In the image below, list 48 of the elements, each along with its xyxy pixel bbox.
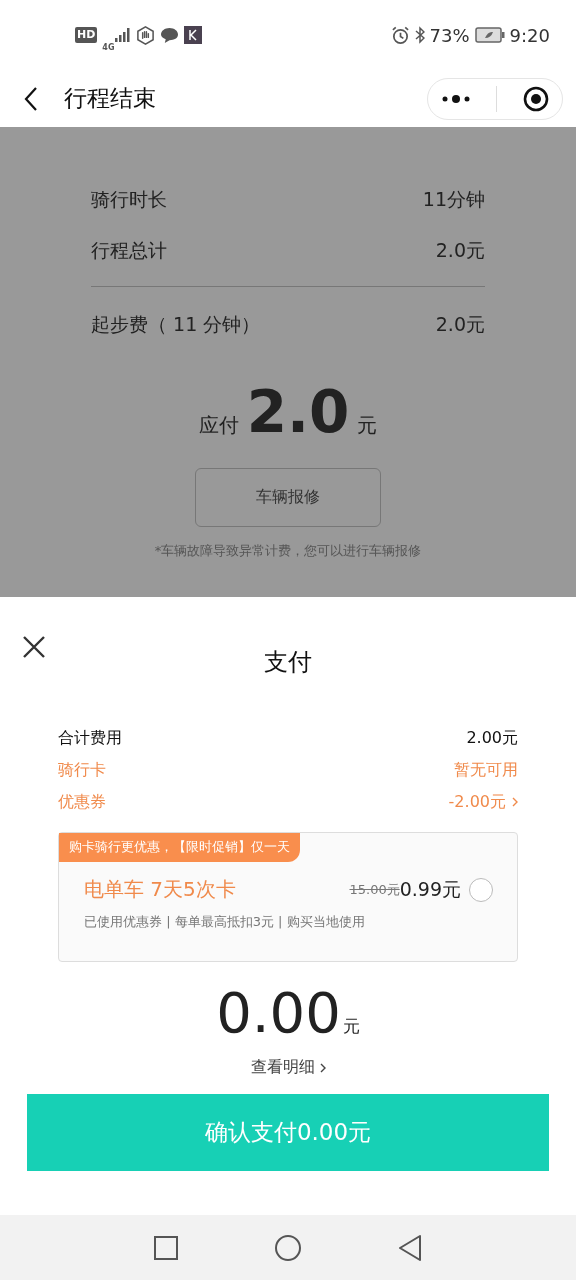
card-details: 已使用优惠券 | 每单最高抵扣3元 | 购买当地使用 (84, 913, 365, 931)
radio-button[interactable] (469, 877, 493, 902)
repair-note: *车辆故障导致异常计费，您可以进行车辆报修 (154, 542, 422, 560)
repair-button[interactable]: 车辆报修 (195, 468, 381, 527)
offer-price: 0.99元 (399, 876, 461, 902)
due-amount: 2.0 (246, 378, 350, 446)
fee-item-label: 合计费用 (58, 727, 122, 749)
fee-item-value: 暂无可用 (454, 759, 518, 781)
hand-icon (136, 25, 156, 45)
battery-icon (474, 27, 505, 43)
close-mini-program-icon[interactable] (523, 85, 550, 112)
app-icon (184, 26, 203, 44)
due-unit: 元 (357, 412, 378, 439)
card-offer[interactable]: 购卡骑行更优惠，【限时促销】仅一天 电单车 7天5次卡 15.00元0.99元 已使用优惠券 | 每单最高抵扣3元 | 购买当地使用 (58, 832, 518, 962)
chevron-icon[interactable] (319, 1062, 326, 1073)
fee-item-value[interactable]: -2.00元 (448, 791, 506, 813)
due-label: 应付 (198, 412, 239, 439)
network-type-label: 4G (102, 42, 115, 52)
total-amount: 0.00 (216, 980, 341, 1045)
total-unit: 元 (342, 1015, 360, 1038)
back-icon[interactable] (24, 85, 38, 112)
trip-value: 2.0元 (435, 237, 485, 263)
card-name: 电单车 7天5次卡 (84, 876, 236, 903)
payment-title: 支付 (264, 647, 312, 678)
back-nav-icon[interactable] (398, 1234, 422, 1261)
fee-item-label: 骑行卡 (58, 759, 106, 781)
trip-label: 行程总计 (91, 237, 167, 263)
fee-value: 2.0元 (435, 311, 485, 337)
alarm-icon (390, 25, 410, 45)
network-badge: HD (75, 27, 98, 43)
page-title: 行程结束 (64, 84, 157, 113)
bluetooth-icon (414, 26, 425, 44)
battery-percent: 73% (429, 24, 470, 46)
clock-time: 9:20 (509, 24, 550, 46)
signal-icon (115, 28, 132, 42)
recent-apps-icon[interactable] (154, 1235, 178, 1260)
trip-value: 11分钟 (422, 186, 485, 212)
fee-item-label: 优惠券 (58, 791, 106, 813)
chat-icon (160, 26, 180, 44)
more-icon[interactable] (440, 93, 471, 104)
trip-label: 骑行时长 (91, 186, 167, 212)
home-icon[interactable] (274, 1233, 302, 1262)
fee-item-value: 2.00元 (466, 727, 518, 749)
original-price: 15.00元 (349, 880, 400, 899)
details-link[interactable]: 查看明细 (250, 1057, 315, 1078)
fee-label: 起步费（ 11 分钟） (91, 311, 261, 337)
close-icon[interactable] (22, 635, 46, 659)
promo-banner: 购卡骑行更优惠，【限时促销】仅一天 (59, 833, 300, 862)
